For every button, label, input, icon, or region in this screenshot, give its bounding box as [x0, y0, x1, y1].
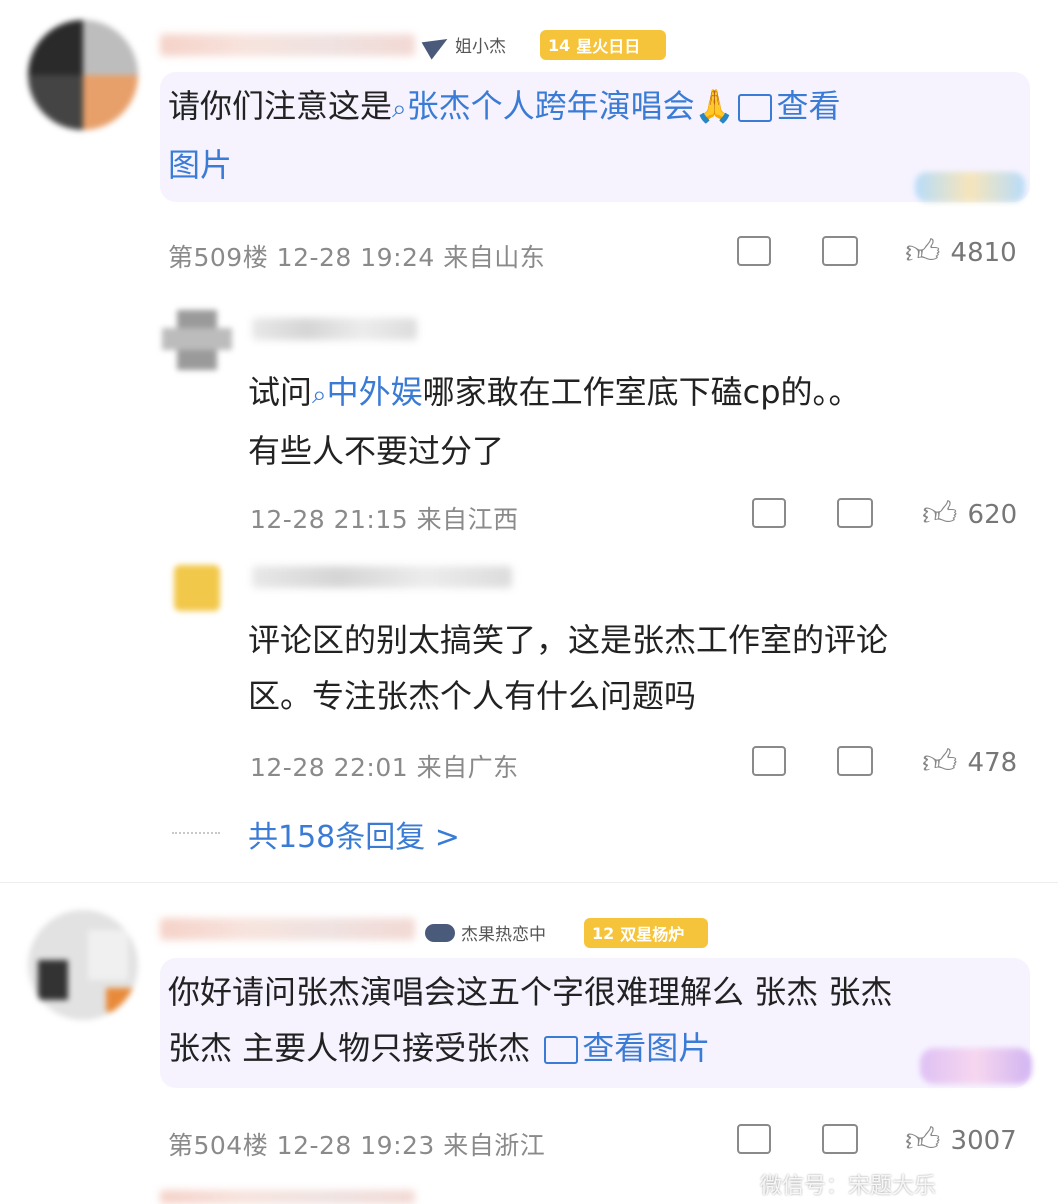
comment-button[interactable]	[822, 236, 858, 266]
username-blurred[interactable]	[252, 566, 512, 588]
share-button[interactable]	[737, 236, 771, 266]
avatar[interactable]	[28, 910, 138, 1020]
reply-text: 试问⌕中外娱哪家敢在工作室底下磕cp的。。 有些人不要过分了	[248, 373, 861, 470]
like-button[interactable]: 👍︎ 620	[922, 494, 1017, 535]
user-tag: 杰果热恋中	[425, 920, 546, 945]
username-blurred[interactable]	[160, 34, 415, 56]
divider	[0, 882, 1058, 883]
comment-button[interactable]	[822, 1124, 858, 1154]
share-button[interactable]	[737, 1124, 771, 1154]
comment-icon	[822, 1124, 858, 1154]
thumbs-up-icon: 👍︎	[905, 1120, 941, 1160]
emoji-icon: 🙏	[694, 87, 735, 125]
view-image-link[interactable]: 查看图片	[530, 1029, 710, 1067]
user-tag: 姐小杰	[421, 29, 506, 60]
fan-badge: 12 双星杨炉	[584, 918, 708, 948]
divider	[172, 832, 220, 834]
share-icon	[737, 1124, 771, 1154]
avatar[interactable]	[162, 310, 232, 370]
comment-meta: 第509楼 12-28 19:24 来自山东	[168, 243, 546, 272]
share-button[interactable]	[752, 746, 786, 776]
sticker-decoration	[920, 1048, 1032, 1084]
send-icon	[421, 29, 453, 60]
like-count: 4810	[950, 237, 1017, 268]
topic-link[interactable]: ⌕张杰个人跨年演唱会	[392, 87, 695, 125]
share-icon	[752, 746, 786, 776]
more-replies-link[interactable]: 共158条回复 >	[248, 812, 460, 856]
reply-meta: 12-28 22:01 来自广东	[250, 753, 519, 782]
watermark: 微信号：宋题大乐	[760, 1174, 937, 1199]
comment-text: 你好请问张杰演唱会这五个字很难理解么 张杰 张杰 张杰 主要人物只接受张杰 查看图…	[168, 973, 893, 1067]
comment-icon	[837, 498, 873, 528]
username-blurred	[160, 1190, 415, 1204]
view-image-link[interactable]: 查看	[734, 87, 840, 125]
view-image-link-2[interactable]: 图片	[168, 146, 232, 184]
search-icon: ⌕	[392, 94, 407, 124]
comment-meta: 第504楼 12-28 19:23 来自浙江	[168, 1131, 546, 1160]
username-blurred[interactable]	[252, 318, 417, 340]
like-button[interactable]: 👍︎ 3007	[905, 1120, 1017, 1161]
search-icon: ⌕	[312, 380, 327, 410]
thumbs-up-icon: 👍︎	[905, 232, 941, 272]
image-icon	[738, 94, 773, 122]
image-icon	[544, 1036, 579, 1064]
avatar[interactable]	[28, 20, 138, 130]
comment-button[interactable]	[837, 498, 873, 528]
like-button[interactable]: 👍︎ 478	[922, 742, 1017, 783]
topic-link[interactable]: ⌕中外娱	[312, 373, 423, 411]
like-count: 478	[967, 747, 1018, 778]
like-count: 620	[967, 499, 1018, 530]
like-button[interactable]: 👍︎ 4810	[905, 232, 1017, 273]
share-icon	[752, 498, 786, 528]
username-blurred[interactable]	[160, 918, 415, 940]
comment-icon	[837, 746, 873, 776]
sticker-decoration	[915, 172, 1025, 202]
reply-text: 评论区的别太搞笑了，这是张杰工作室的评论 区。专注张杰个人有什么问题吗	[248, 621, 889, 715]
share-button[interactable]	[752, 498, 786, 528]
comment-button[interactable]	[837, 746, 873, 776]
share-icon	[737, 236, 771, 266]
comment-text: 请你们注意这是⌕张杰个人跨年演唱会🙏 查看 图片	[168, 87, 841, 184]
avatar[interactable]	[162, 560, 232, 615]
like-count: 3007	[950, 1125, 1017, 1156]
thumbs-up-icon: 👍︎	[922, 742, 958, 782]
reply-meta: 12-28 21:15 来自江西	[250, 505, 519, 534]
cloud-icon	[425, 923, 455, 942]
comment-icon	[822, 236, 858, 266]
thumbs-up-icon: 👍︎	[922, 494, 958, 534]
fan-badge: 14 星火日日	[540, 30, 666, 60]
